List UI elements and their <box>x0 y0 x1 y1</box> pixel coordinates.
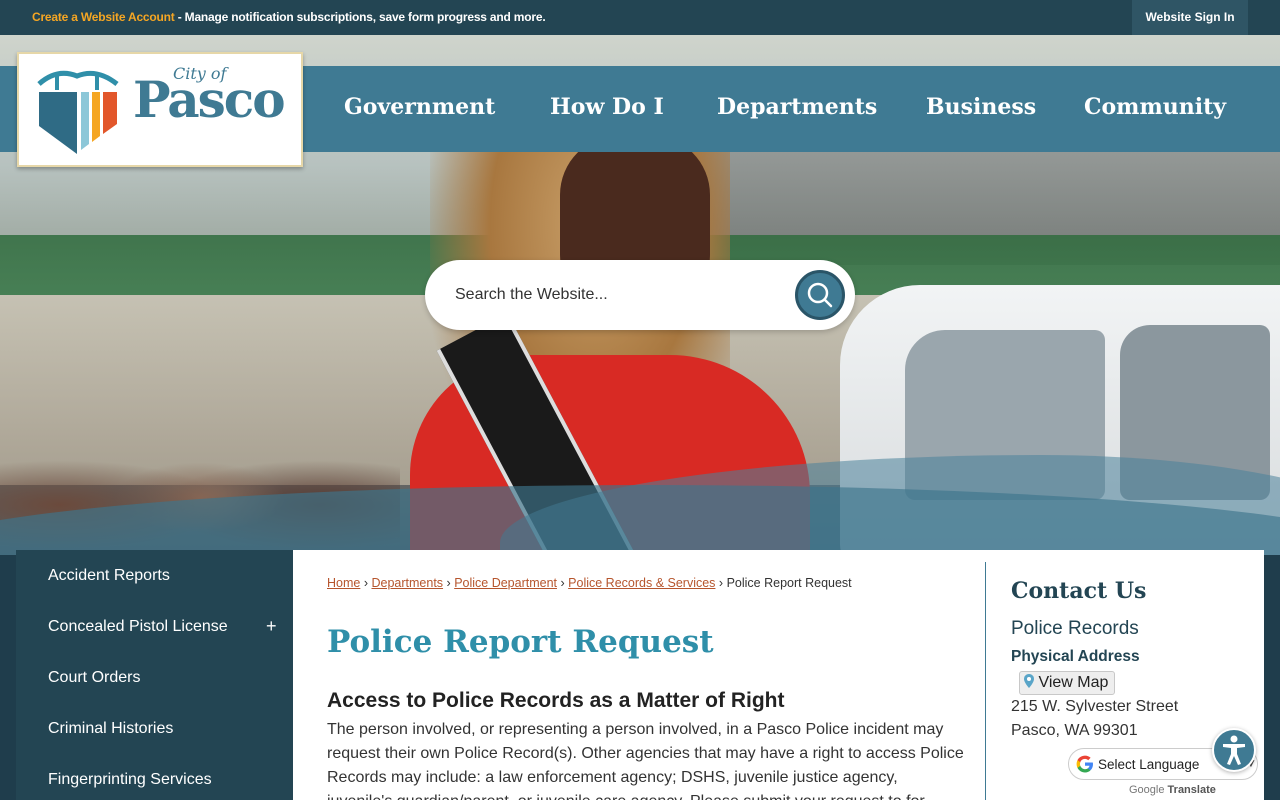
google-g-icon <box>1076 755 1093 773</box>
breadcrumb: Home › Departments › Police Department ›… <box>327 576 852 590</box>
sidebar-item-accident-reports[interactable]: Accident Reports <box>48 567 170 585</box>
view-map-label: View Map <box>1038 674 1109 691</box>
sidebar-item-concealed-pistol-license[interactable]: Concealed Pistol License <box>48 618 228 636</box>
breadcrumb-separator: › <box>560 576 565 590</box>
create-account-link[interactable]: Create a Website Account <box>32 10 175 24</box>
section-subheading: Access to Police Records as a Matter of … <box>327 689 785 712</box>
logo-pasco: Pasco <box>133 70 286 129</box>
view-map-button[interactable]: View Map <box>1019 671 1116 695</box>
expand-plus-icon[interactable]: + <box>266 616 277 637</box>
breadcrumb-police-records[interactable]: Police Records & Services <box>568 576 715 590</box>
select-language-label: Select Language <box>1098 757 1200 772</box>
website-sign-in-button[interactable]: Website Sign In <box>1132 0 1248 35</box>
breadcrumb-current: Police Report Request <box>726 576 852 590</box>
breadcrumb-separator: › <box>718 576 724 590</box>
nav-business[interactable]: Business <box>926 94 1036 120</box>
search-icon <box>807 282 833 308</box>
top-utility-bar: Create a Website Account - Manage notifi… <box>0 0 1280 35</box>
breadcrumb-police-department[interactable]: Police Department <box>454 576 557 590</box>
column-divider <box>985 562 986 800</box>
breadcrumb-departments[interactable]: Departments <box>371 576 443 590</box>
nav-government[interactable]: Government <box>344 94 495 120</box>
account-message: Create a Website Account - Manage notifi… <box>32 10 546 24</box>
breadcrumb-home[interactable]: Home <box>327 576 360 590</box>
accessibility-icon <box>1223 735 1245 765</box>
breadcrumb-separator: › <box>446 576 451 590</box>
nav-community[interactable]: Community <box>1084 94 1226 120</box>
account-message-text: - Manage notification subscriptions, sav… <box>174 10 546 24</box>
breadcrumb-separator: › <box>363 576 368 590</box>
sidebar-item-criminal-histories[interactable]: Criminal Histories <box>48 720 173 738</box>
sidebar-item-court-orders[interactable]: Court Orders <box>48 669 140 687</box>
search-input[interactable] <box>455 282 785 308</box>
google-wordmark: Google <box>1129 784 1165 796</box>
contact-us-panel: Contact Us Police Records Physical Addre… <box>1011 578 1261 743</box>
contact-department: Police Records <box>1011 618 1139 639</box>
section-sidebar: Accident Reports Concealed Pistol Licens… <box>16 550 293 800</box>
nav-departments[interactable]: Departments <box>717 94 877 120</box>
map-pin-icon <box>1024 674 1034 688</box>
translate-wordmark: Translate <box>1167 784 1216 796</box>
pasco-shield-icon <box>37 70 119 154</box>
city-logo[interactable]: City of Pasco <box>17 52 303 167</box>
site-search <box>425 260 855 330</box>
body-paragraph: The person involved, or representing a p… <box>327 721 964 800</box>
powered-by-google-translate: Google Translate <box>1129 784 1216 796</box>
nav-how-do-i[interactable]: How Do I <box>550 94 664 120</box>
page-title: Police Report Request <box>327 624 714 660</box>
address-line-1: 215 W. Sylvester Street <box>1011 698 1179 715</box>
sidebar-item-fingerprinting-services[interactable]: Fingerprinting Services <box>48 771 212 789</box>
search-button[interactable] <box>795 270 845 320</box>
physical-address-label: Physical Address <box>1011 648 1140 665</box>
accessibility-button[interactable] <box>1212 728 1256 772</box>
contact-heading: Contact Us <box>1011 578 1147 604</box>
